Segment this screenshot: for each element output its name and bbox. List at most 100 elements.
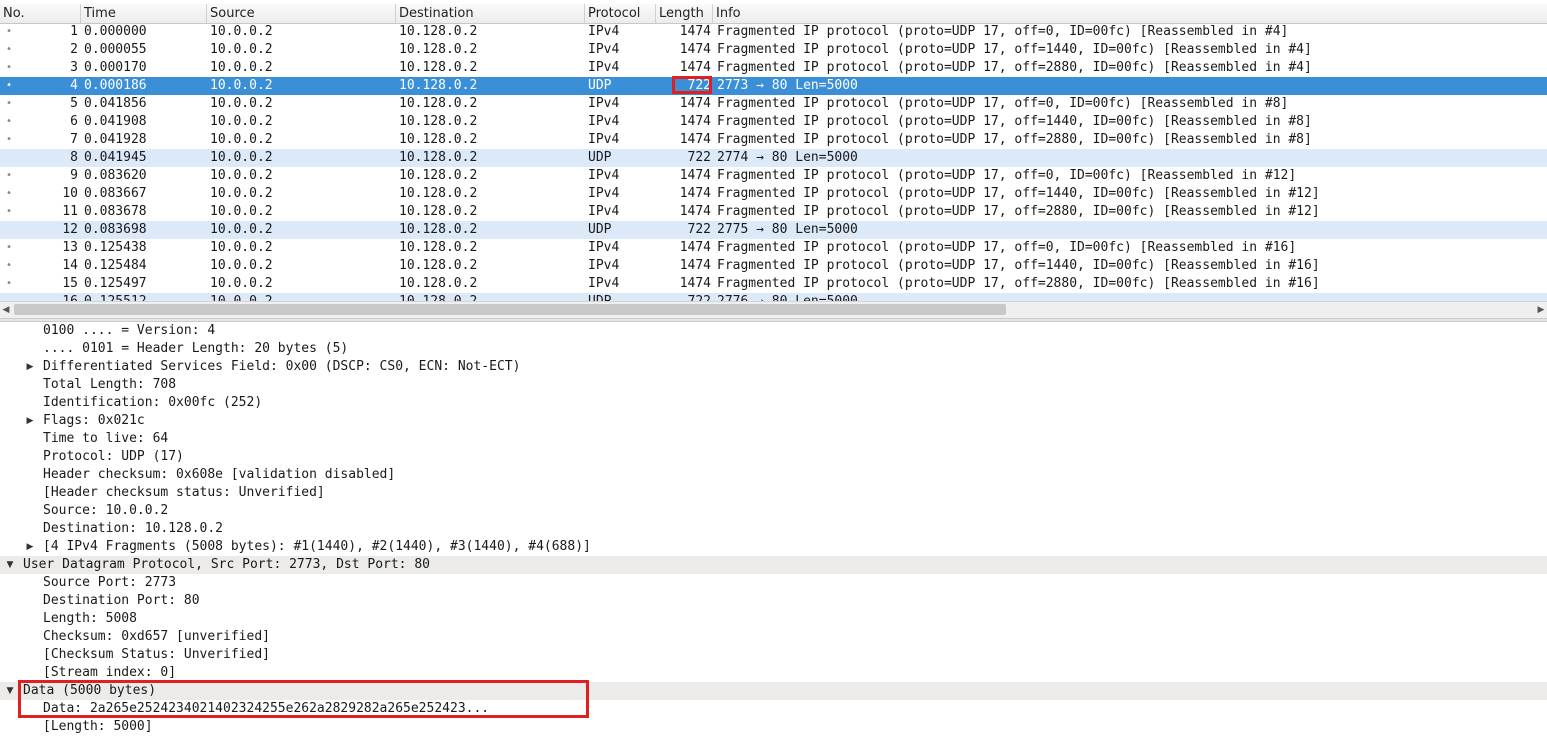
length-highlight-box (672, 76, 712, 94)
packet-row[interactable]: • 2 0.000055 10.0.0.2 10.128.0.2 IPv4 1474 Frag… (0, 41, 1547, 59)
packet-protocol: UDP (588, 293, 611, 301)
packet-destination: 10.128.0.2 (399, 168, 478, 183)
detail-field[interactable]: Source: 10.0.0.2 (0, 502, 1547, 520)
detail-text: Time to live: 64 (43, 431, 169, 446)
detail-text: User Datagram Protocol, Src Port: 2773, … (23, 557, 430, 572)
detail-field[interactable]: Identification: 0x00fc (252) (0, 394, 1547, 412)
packet-protocol: IPv4 (588, 42, 620, 57)
packet-source: 10.0.0.2 (210, 114, 273, 129)
detail-field[interactable]: [Checksum Status: Unverified] (0, 646, 1547, 664)
packet-time: 0.041928 (84, 132, 147, 147)
packet-row[interactable]: • 11 0.083678 10.0.0.2 10.128.0.2 IPv4 1474 Fra… (0, 203, 1547, 221)
column-info[interactable]: Info (713, 4, 1547, 23)
packet-length: 1474 (679, 132, 711, 147)
detail-field[interactable]: Protocol: UDP (17) (0, 448, 1547, 466)
detail-text: Differentiated Services Field: 0x00 (DSC… (43, 359, 521, 374)
packet-protocol: IPv4 (588, 168, 620, 183)
packet-row[interactable]: • 7 0.041928 10.0.0.2 10.128.0.2 IPv4 1474 Frag… (0, 131, 1547, 149)
packet-time: 0.041945 (84, 150, 147, 165)
detail-field[interactable]: Header checksum: 0x608e [validation disa… (0, 466, 1547, 484)
packet-destination: 10.128.0.2 (399, 222, 478, 237)
packet-row[interactable]: • 5 0.041856 10.0.0.2 10.128.0.2 IPv4 1474 Frag… (0, 95, 1547, 113)
packet-row[interactable]: 8 0.041945 10.0.0.2 10.128.0.2 UDP 722 2774 → … (0, 149, 1547, 167)
packet-row[interactable]: 16 0.125512 10.0.0.2 10.128.0.2 UDP 722 2776 →… (0, 293, 1547, 301)
packet-row[interactable]: • 13 0.125438 10.0.0.2 10.128.0.2 IPv4 1474 Fra… (0, 239, 1547, 257)
packet-row-selected[interactable]: • 4 0.000186 10.0.0.2 10.128.0.2 UDP 722 2773 →… (0, 77, 1547, 95)
packet-number: 12 (62, 222, 78, 237)
detail-field[interactable]: Source Port: 2773 (0, 574, 1547, 592)
packet-time: 0.000000 (84, 24, 147, 39)
packet-row[interactable]: • 3 0.000170 10.0.0.2 10.128.0.2 IPv4 1474 Frag… (0, 59, 1547, 77)
detail-field[interactable]: Checksum: 0xd657 [unverified] (0, 628, 1547, 646)
packet-protocol: UDP (588, 78, 612, 93)
triangle-right-icon[interactable]: ▶ (24, 358, 36, 376)
packet-time: 0.083667 (84, 186, 147, 201)
column-time[interactable]: Time (81, 4, 207, 23)
triangle-right-icon[interactable]: ▶ (24, 538, 36, 556)
packet-row[interactable]: • 1 0.000000 10.0.0.2 10.128.0.2 IPv4 1474 Frag… (0, 23, 1547, 41)
packet-number: 6 (70, 114, 78, 129)
packet-protocol: UDP (588, 222, 612, 237)
packet-time: 0.083698 (84, 222, 147, 237)
detail-text: Destination Port: 80 (43, 593, 200, 608)
packet-info: Fragmented IP protocol (proto=UDP 17, of… (717, 60, 1312, 75)
packet-row[interactable]: • 6 0.041908 10.0.0.2 10.128.0.2 IPv4 1474 Frag… (0, 113, 1547, 131)
packet-time: 0.000186 (84, 78, 147, 93)
dot-icon: • (6, 188, 13, 199)
dot-icon: • (6, 134, 13, 145)
packet-source: 10.0.0.2 (210, 150, 273, 165)
packet-number: 3 (70, 60, 78, 75)
detail-section-header[interactable]: ▼ User Datagram Protocol, Src Port: 2773,… (0, 556, 1547, 574)
detail-text: Total Length: 708 (43, 377, 177, 392)
packet-time: 0.125497 (84, 276, 147, 291)
packet-info: Fragmented IP protocol (proto=UDP 17, of… (717, 42, 1312, 57)
packet-row[interactable]: • 9 0.083620 10.0.0.2 10.128.0.2 IPv4 1474 Frag… (0, 167, 1547, 185)
arrow-left-icon[interactable]: ◀ (0, 302, 12, 318)
detail-field[interactable]: 0100 .... = Version: 4 (0, 322, 1547, 340)
packet-info: 2775 → 80 Len=5000 (717, 222, 858, 237)
detail-text: [Length: 5000] (43, 719, 153, 734)
packet-destination: 10.128.0.2 (399, 42, 478, 57)
packet-info: Fragmented IP protocol (proto=UDP 17, of… (717, 276, 1320, 291)
triangle-down-icon[interactable]: ▼ (4, 682, 16, 700)
packet-row[interactable]: • 14 0.125484 10.0.0.2 10.128.0.2 IPv4 1474 Fra… (0, 257, 1547, 275)
packet-info: 2774 → 80 Len=5000 (717, 150, 858, 165)
packet-info: Fragmented IP protocol (proto=UDP 17, of… (717, 204, 1320, 219)
packet-row[interactable]: • 15 0.125497 10.0.0.2 10.128.0.2 IPv4 1474 Fra… (0, 275, 1547, 293)
arrow-right-icon[interactable]: ▶ (1535, 302, 1547, 318)
detail-field[interactable]: ▶ Differentiated Services Field: 0x00 (DS… (0, 358, 1547, 376)
column-source[interactable]: Source (207, 4, 396, 23)
detail-field[interactable]: ▶ Flags: 0x021c (0, 412, 1547, 430)
horizontal-scrollbar[interactable]: ◀ ▶ (0, 301, 1547, 318)
detail-field[interactable]: Destination Port: 80 (0, 592, 1547, 610)
packet-number: 11 (62, 204, 78, 219)
packet-source: 10.0.0.2 (210, 168, 273, 183)
scrollbar-thumb[interactable] (14, 304, 1006, 315)
detail-field[interactable]: Time to live: 64 (0, 430, 1547, 448)
detail-field[interactable]: .... 0101 = Header Length: 20 bytes (5) (0, 340, 1547, 358)
detail-field[interactable]: Destination: 10.128.0.2 (0, 520, 1547, 538)
detail-text: Checksum: 0xd657 [unverified] (43, 629, 270, 644)
detail-field[interactable]: Total Length: 708 (0, 376, 1547, 394)
packet-source: 10.0.0.2 (210, 96, 273, 111)
column-header: No. Time Source Destination Protocol Len… (0, 4, 1547, 24)
column-destination[interactable]: Destination (396, 4, 585, 23)
packet-info: Fragmented IP protocol (proto=UDP 17, of… (717, 24, 1289, 39)
packet-info: Fragmented IP protocol (proto=UDP 17, of… (717, 240, 1297, 255)
column-protocol[interactable]: Protocol (585, 4, 656, 23)
packet-number: 9 (70, 168, 78, 183)
packet-row[interactable]: 12 0.083698 10.0.0.2 10.128.0.2 UDP 722 2775 →… (0, 221, 1547, 239)
detail-field[interactable]: [Length: 5000] (0, 718, 1547, 736)
triangle-down-icon[interactable]: ▼ (4, 556, 16, 574)
triangle-right-icon[interactable]: ▶ (24, 412, 36, 430)
column-no[interactable]: No. (0, 4, 81, 23)
packet-number: 13 (62, 240, 78, 255)
packet-number: 8 (70, 150, 78, 165)
packet-length: 1474 (679, 96, 711, 111)
packet-info: Fragmented IP protocol (proto=UDP 17, of… (717, 132, 1312, 147)
column-length[interactable]: Length (656, 4, 713, 23)
detail-field[interactable]: ▶ [4 IPv4 Fragments (5008 bytes): #1(1440… (0, 538, 1547, 556)
detail-field[interactable]: Length: 5008 (0, 610, 1547, 628)
detail-field[interactable]: [Header checksum status: Unverified] (0, 484, 1547, 502)
packet-row[interactable]: • 10 0.083667 10.0.0.2 10.128.0.2 IPv4 1474 Fra… (0, 185, 1547, 203)
